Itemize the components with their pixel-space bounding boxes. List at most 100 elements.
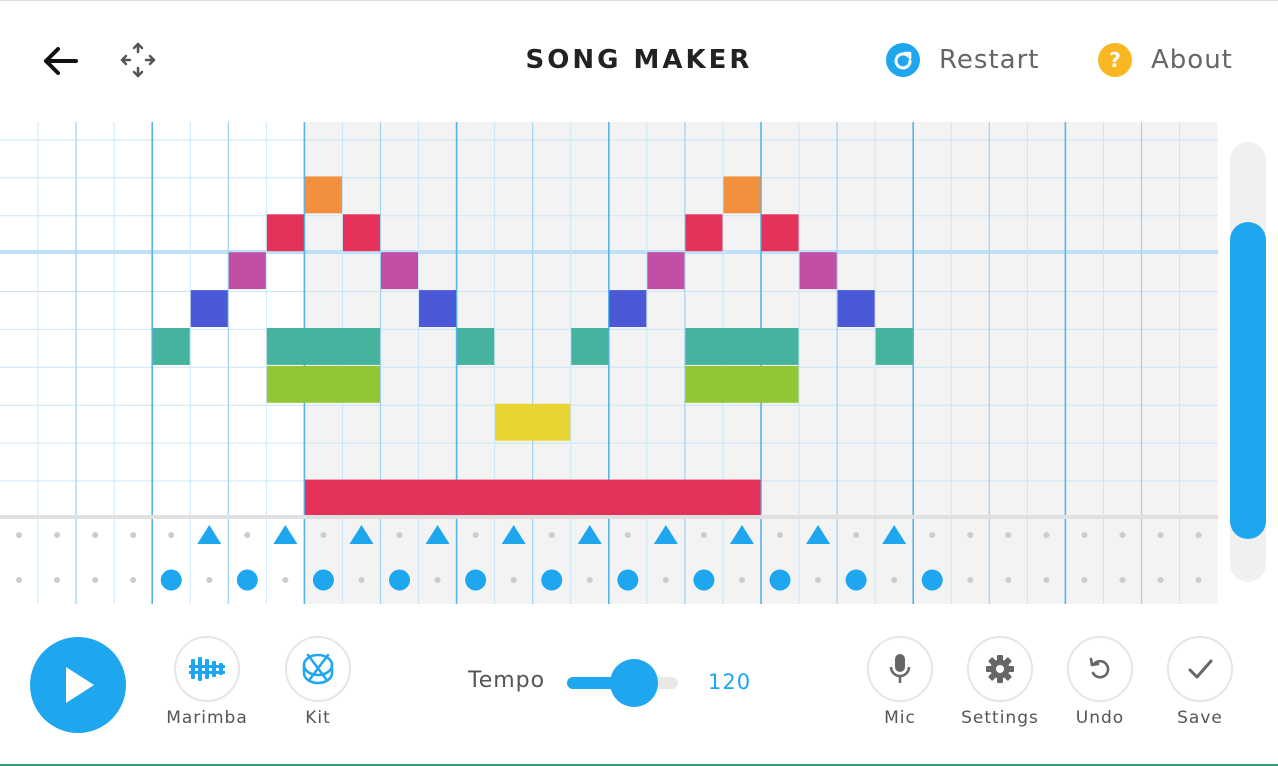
empty-beat-dot — [586, 577, 593, 583]
note-block — [457, 328, 495, 365]
gear-icon — [986, 655, 1014, 683]
triangle-note — [197, 525, 222, 544]
empty-beat-dot — [548, 532, 555, 538]
empty-beat-dot — [92, 577, 99, 583]
note-block — [228, 252, 266, 290]
empty-beat-dot — [244, 532, 251, 538]
empty-beat-dot — [1081, 532, 1088, 538]
tempo-label: Tempo — [468, 668, 546, 693]
empty-beat-dot — [130, 532, 137, 538]
empty-beat-dot — [510, 577, 517, 583]
save-button[interactable] — [1167, 636, 1233, 702]
circle-note — [465, 569, 487, 591]
restart-button[interactable]: Restart — [886, 43, 1039, 77]
empty-beat-dot — [1195, 532, 1202, 538]
circle-note — [769, 569, 791, 591]
empty-beat-dot — [1005, 532, 1012, 538]
note-block — [152, 328, 190, 365]
note-block — [723, 176, 761, 214]
empty-beat-dot — [1005, 577, 1012, 583]
empty-beat-dot — [1043, 532, 1050, 538]
circle-note — [236, 569, 258, 591]
empty-beat-dot — [891, 577, 898, 583]
note-block — [685, 365, 799, 403]
play-button[interactable] — [30, 637, 126, 733]
note-block — [304, 176, 342, 214]
empty-beat-dot — [130, 577, 137, 583]
undo-label: Undo — [1075, 708, 1125, 728]
about-label: About — [1151, 45, 1233, 75]
mic-button[interactable] — [867, 636, 933, 702]
note-block — [304, 479, 761, 517]
empty-beat-dot — [1119, 532, 1126, 538]
tempo-slider[interactable] — [567, 659, 678, 707]
empty-beat-dot — [1157, 577, 1164, 583]
question-icon: ? — [1098, 43, 1132, 77]
note-block — [799, 252, 837, 290]
kit-label: Kit — [305, 708, 331, 728]
note-block — [266, 328, 380, 365]
vertical-scrollbar[interactable] — [1230, 142, 1266, 582]
note-block — [571, 328, 609, 365]
circle-note — [389, 569, 411, 591]
empty-beat-dot — [853, 532, 860, 538]
empty-beat-dot — [472, 532, 479, 538]
note-block — [190, 290, 228, 327]
empty-beat-dot — [700, 532, 707, 538]
note-block — [495, 403, 571, 441]
note-block — [685, 214, 723, 252]
circle-note — [693, 569, 715, 591]
note-block — [266, 214, 304, 252]
play-icon — [66, 667, 94, 703]
circle-note — [160, 569, 182, 591]
song-grid[interactable] — [0, 122, 1218, 604]
empty-beat-dot — [434, 577, 441, 583]
instrument-label: Marimba — [166, 708, 248, 728]
circle-note — [541, 569, 563, 591]
tempo-slider-thumb[interactable] — [609, 659, 658, 707]
empty-beat-dot — [396, 532, 403, 538]
empty-beat-dot — [738, 577, 745, 583]
tempo-value: 120 — [708, 670, 752, 694]
bottom-controls: Marimba Kit Tempo 120 Mic Settings Undo … — [0, 604, 1278, 766]
empty-beat-dot — [16, 577, 23, 583]
note-grid-canvas[interactable] — [0, 122, 1218, 604]
settings-button[interactable] — [967, 636, 1033, 702]
empty-beat-dot — [54, 577, 61, 583]
settings-label: Settings — [961, 708, 1039, 728]
empty-beat-dot — [1195, 577, 1202, 583]
note-block — [837, 290, 875, 327]
circle-note — [617, 569, 639, 591]
empty-beat-dot — [662, 577, 669, 583]
note-block — [647, 252, 685, 290]
circle-note — [921, 569, 943, 591]
empty-beat-dot — [967, 577, 974, 583]
note-block — [875, 328, 913, 365]
empty-beat-dot — [282, 577, 289, 583]
note-block — [609, 290, 647, 327]
note-block — [266, 365, 380, 403]
empty-beat-dot — [16, 532, 23, 538]
circle-note — [845, 569, 867, 591]
kit-button[interactable] — [285, 636, 351, 702]
empty-beat-dot — [358, 577, 365, 583]
scrollbar-thumb[interactable] — [1230, 222, 1266, 539]
about-button[interactable]: ? About — [1098, 43, 1233, 77]
microphone-icon — [889, 654, 911, 683]
empty-beat-dot — [1119, 577, 1126, 583]
undo-button[interactable] — [1067, 636, 1133, 702]
empty-beat-dot — [1157, 532, 1164, 538]
empty-beat-dot — [929, 532, 936, 538]
empty-beat-dot — [168, 532, 175, 538]
page-title: SONG MAKER — [525, 45, 753, 75]
triangle-note — [273, 525, 298, 544]
empty-beat-dot — [624, 532, 631, 538]
instrument-button[interactable] — [174, 636, 240, 702]
top-bar: SONG MAKER Restart ? About — [0, 0, 1278, 122]
save-label: Save — [1177, 708, 1223, 728]
checkmark-icon — [1188, 659, 1213, 679]
restart-label: Restart — [939, 45, 1040, 75]
note-block — [685, 328, 799, 365]
empty-beat-dot — [1081, 577, 1088, 583]
drum-kit-icon — [302, 653, 334, 685]
